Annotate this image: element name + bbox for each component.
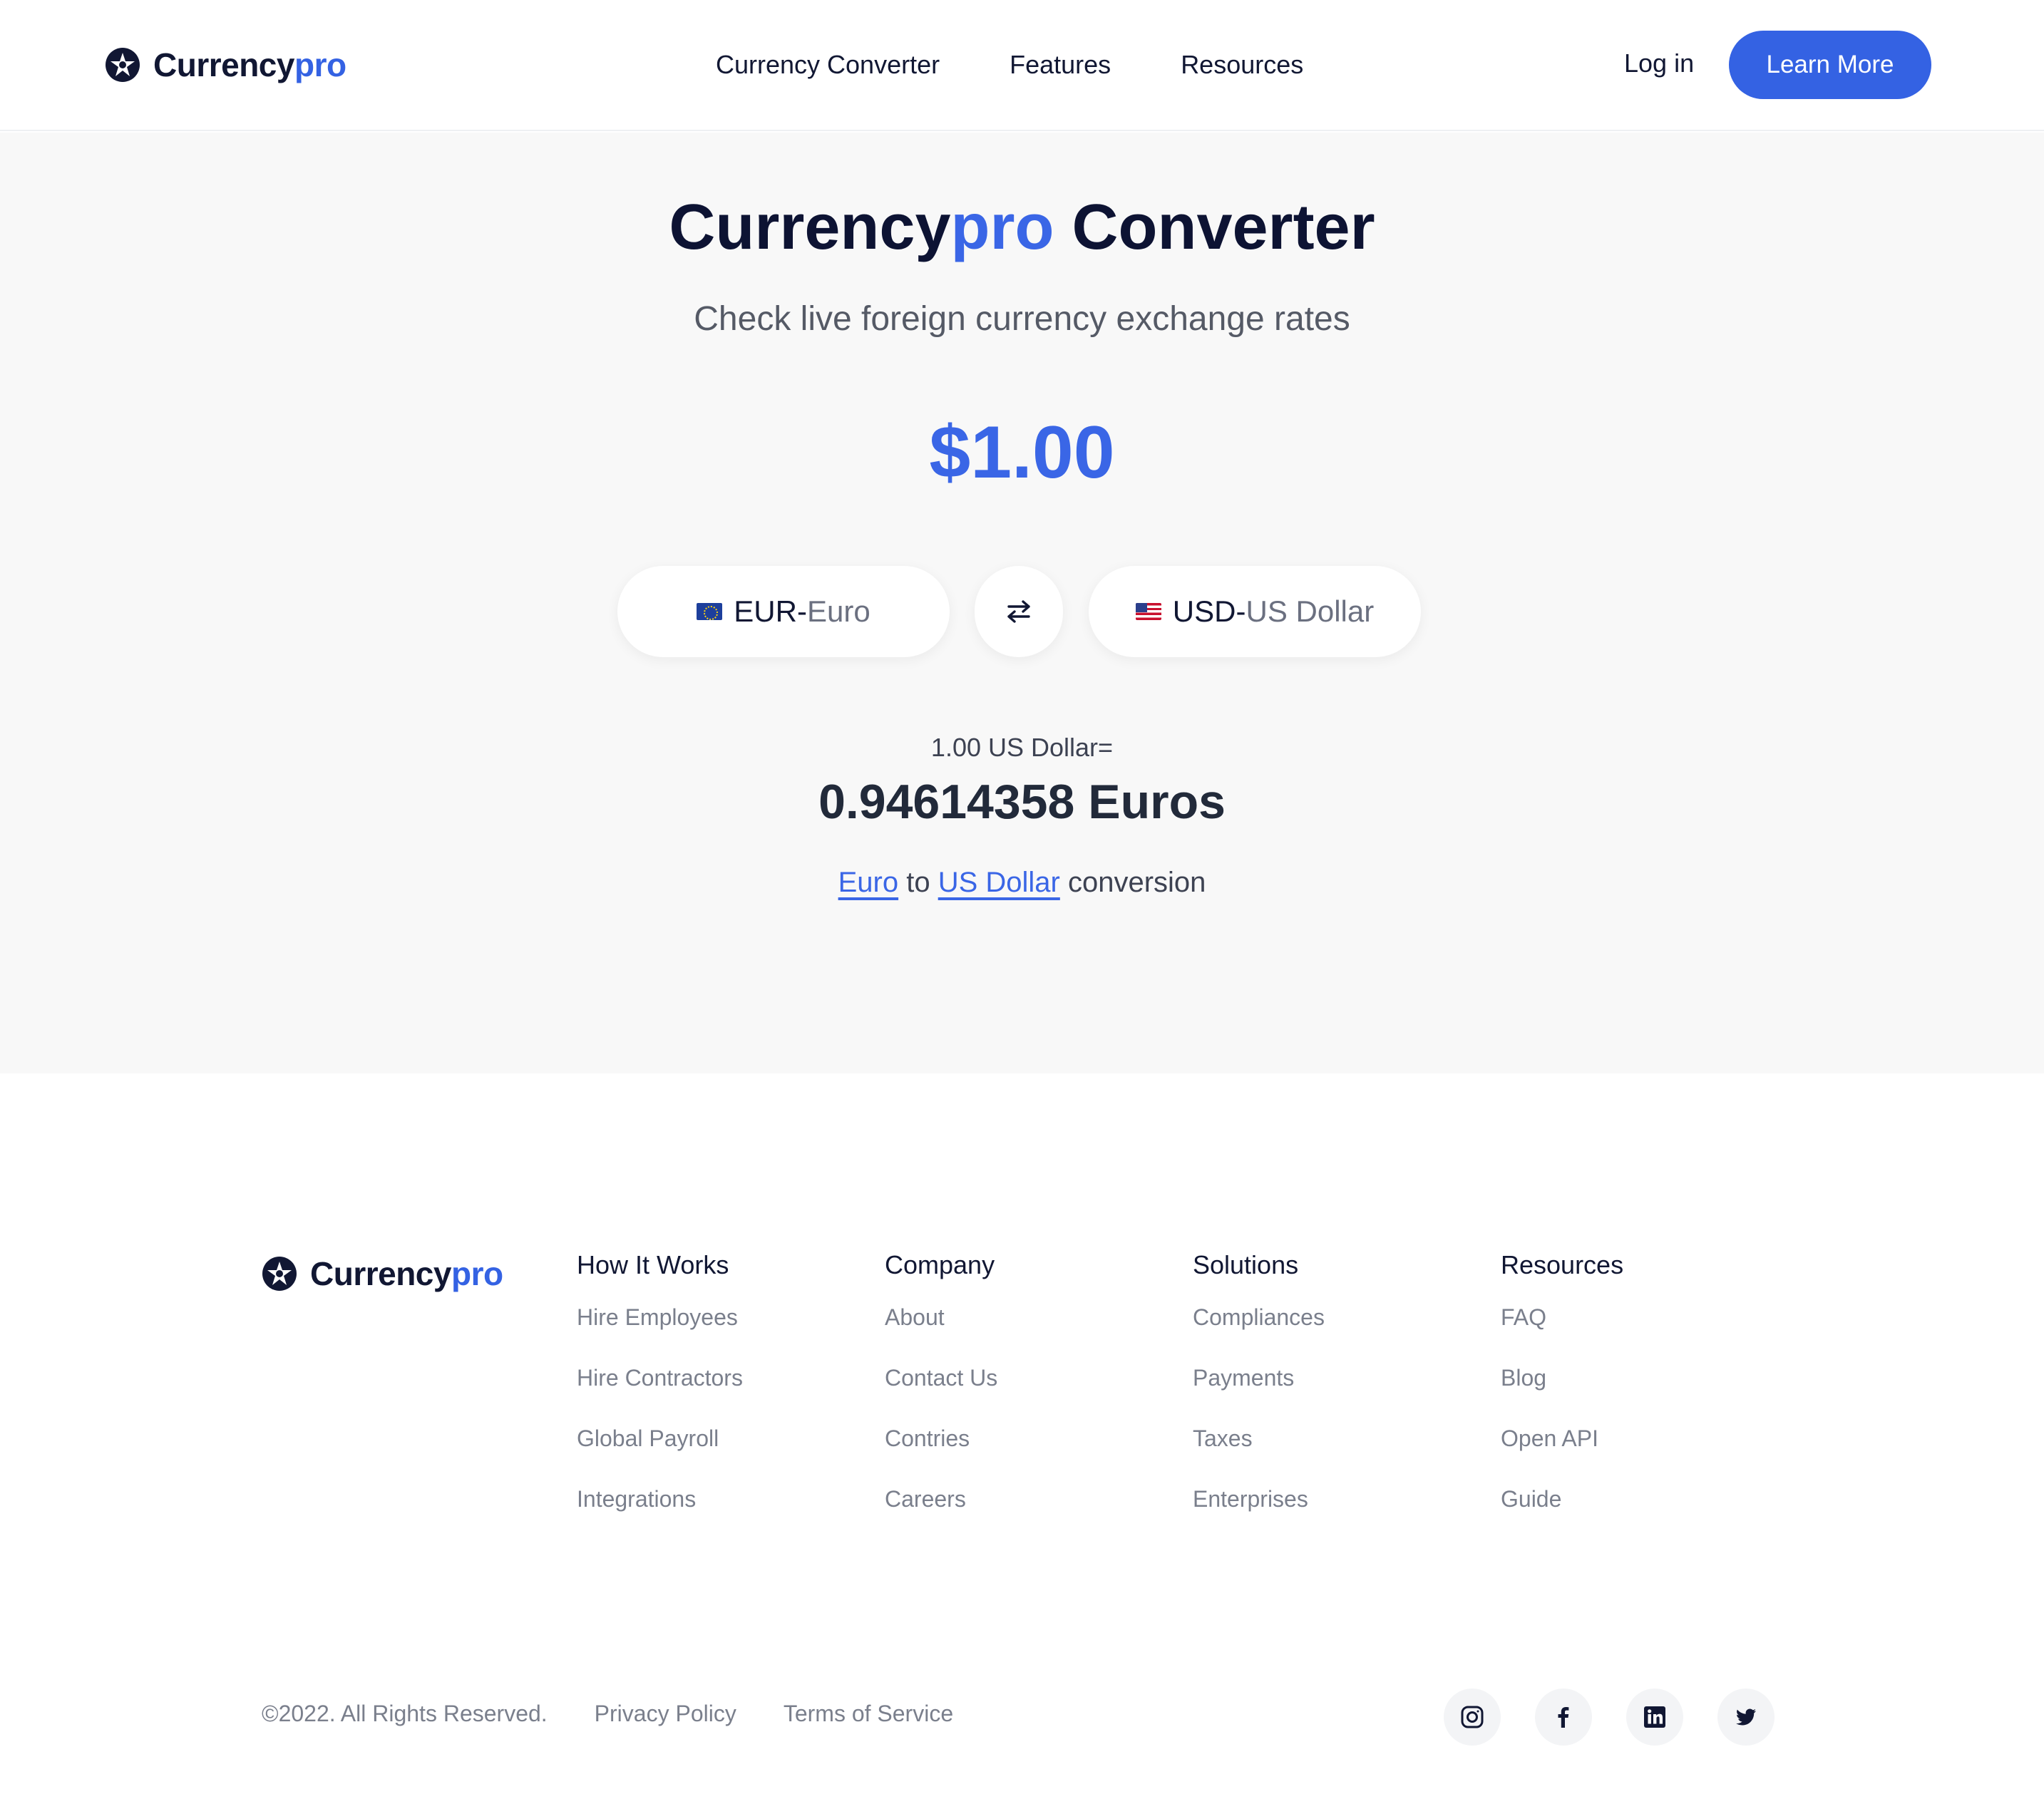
- from-currency-name: Euro: [806, 594, 871, 628]
- footer-link[interactable]: Blog: [1501, 1365, 1623, 1391]
- to-currency-code: USD: [1172, 594, 1236, 628]
- page-subtitle: Check live foreign currency exchange rat…: [694, 300, 1350, 338]
- footer-link[interactable]: Taxes: [1193, 1426, 1325, 1452]
- footer-col-solutions: Solutions Compliances Payments Taxes Ent…: [1193, 1250, 1325, 1547]
- footer-link[interactable]: Guide: [1501, 1486, 1623, 1512]
- brand-name: Currencypro: [153, 46, 346, 83]
- swap-currencies-button[interactable]: [975, 566, 1063, 657]
- nav-resources[interactable]: Resources: [1181, 50, 1303, 80]
- converter-section: Currencypro Converter Check live foreign…: [0, 133, 2044, 1073]
- from-currency-separator: -: [796, 594, 807, 628]
- to-currency-select[interactable]: USD - US Dollar: [1089, 566, 1421, 657]
- footer-link[interactable]: Payments: [1193, 1365, 1325, 1391]
- footer-link[interactable]: About: [885, 1304, 997, 1331]
- footer-col-title: How It Works: [577, 1250, 729, 1279]
- page-title: Currencypro Converter: [669, 192, 1375, 263]
- twitter-button[interactable]: [1717, 1689, 1775, 1746]
- footer-link[interactable]: Integrations: [577, 1486, 743, 1512]
- conversion-suffix-text: conversion: [1059, 867, 1206, 898]
- conversion-to-text: to: [898, 867, 938, 898]
- footer-col-title: Resources: [1501, 1250, 1624, 1279]
- footer-link[interactable]: Contact Us: [885, 1365, 997, 1391]
- linkedin-icon: [1644, 1706, 1665, 1728]
- facebook-button[interactable]: [1535, 1689, 1592, 1746]
- conversion-line: Euro to US Dollar conversion: [0, 867, 2044, 899]
- us-dollar-link[interactable]: US Dollar: [938, 867, 1060, 898]
- footer-link[interactable]: FAQ: [1501, 1304, 1623, 1331]
- to-currency-name: US Dollar: [1246, 594, 1375, 628]
- footer-link[interactable]: Careers: [885, 1486, 997, 1512]
- footer-brand-name: Currencypro: [310, 1255, 503, 1292]
- euro-link[interactable]: Euro: [838, 867, 899, 898]
- footer-col-company: Company About Contact Us Contries Career…: [885, 1250, 997, 1547]
- to-currency-separator: -: [1236, 594, 1246, 628]
- site-header: Currencypro Currency Converter Features …: [0, 0, 2044, 131]
- nav-currency-converter[interactable]: Currency Converter: [716, 50, 940, 80]
- rate-value: 0.94614358 Euros: [818, 775, 1226, 829]
- instagram-button[interactable]: [1444, 1689, 1501, 1746]
- learn-more-button[interactable]: Learn More: [1729, 31, 1931, 99]
- terms-of-service-link[interactable]: Terms of Service: [784, 1701, 953, 1727]
- swap-arrows-icon: [1007, 600, 1030, 623]
- footer-link[interactable]: Enterprises: [1193, 1486, 1325, 1512]
- brand-logo-link[interactable]: Currencypro: [105, 46, 346, 84]
- footer-brand[interactable]: Currencypro: [262, 1247, 507, 1297]
- brand-logo-icon: [106, 48, 140, 82]
- footer-link[interactable]: Open API: [1501, 1426, 1623, 1452]
- main-nav: Currency Converter Features Resources: [716, 50, 1373, 80]
- from-currency-select[interactable]: EUR - Euro: [617, 566, 950, 657]
- footer-link[interactable]: Contries: [885, 1426, 997, 1452]
- eu-flag-icon: [697, 603, 723, 620]
- footer-link[interactable]: Hire Employees: [577, 1304, 743, 1331]
- us-flag-icon: [1135, 603, 1161, 620]
- login-link[interactable]: Log in: [1624, 48, 1694, 78]
- footer-logo-icon: [262, 1257, 297, 1291]
- footer-link[interactable]: Global Payroll: [577, 1426, 743, 1452]
- amount-display[interactable]: $1.00: [0, 411, 2044, 495]
- twitter-icon: [1736, 1708, 1756, 1726]
- instagram-icon: [1461, 1706, 1484, 1728]
- facebook-icon: [1558, 1707, 1569, 1728]
- footer-link[interactable]: Compliances: [1193, 1304, 1325, 1331]
- footer-col-title: Solutions: [1193, 1250, 1299, 1279]
- from-currency-code: EUR: [734, 594, 797, 628]
- nav-features[interactable]: Features: [1010, 50, 1111, 80]
- footer-link[interactable]: Hire Contractors: [577, 1365, 743, 1391]
- linkedin-button[interactable]: [1626, 1689, 1683, 1746]
- copyright-text: ©2022. All Rights Reserved.: [262, 1701, 548, 1726]
- footer-col-title: Company: [885, 1250, 995, 1279]
- footer-bottom-bar: ©2022. All Rights Reserved. Privacy Poli…: [262, 1701, 1000, 1727]
- footer-col-how-it-works: How It Works Hire Employees Hire Contrac…: [577, 1250, 743, 1547]
- privacy-policy-link[interactable]: Privacy Policy: [595, 1701, 736, 1727]
- footer-col-resources: Resources FAQ Blog Open API Guide: [1501, 1250, 1623, 1547]
- rate-label: 1.00 US Dollar=: [930, 733, 1114, 762]
